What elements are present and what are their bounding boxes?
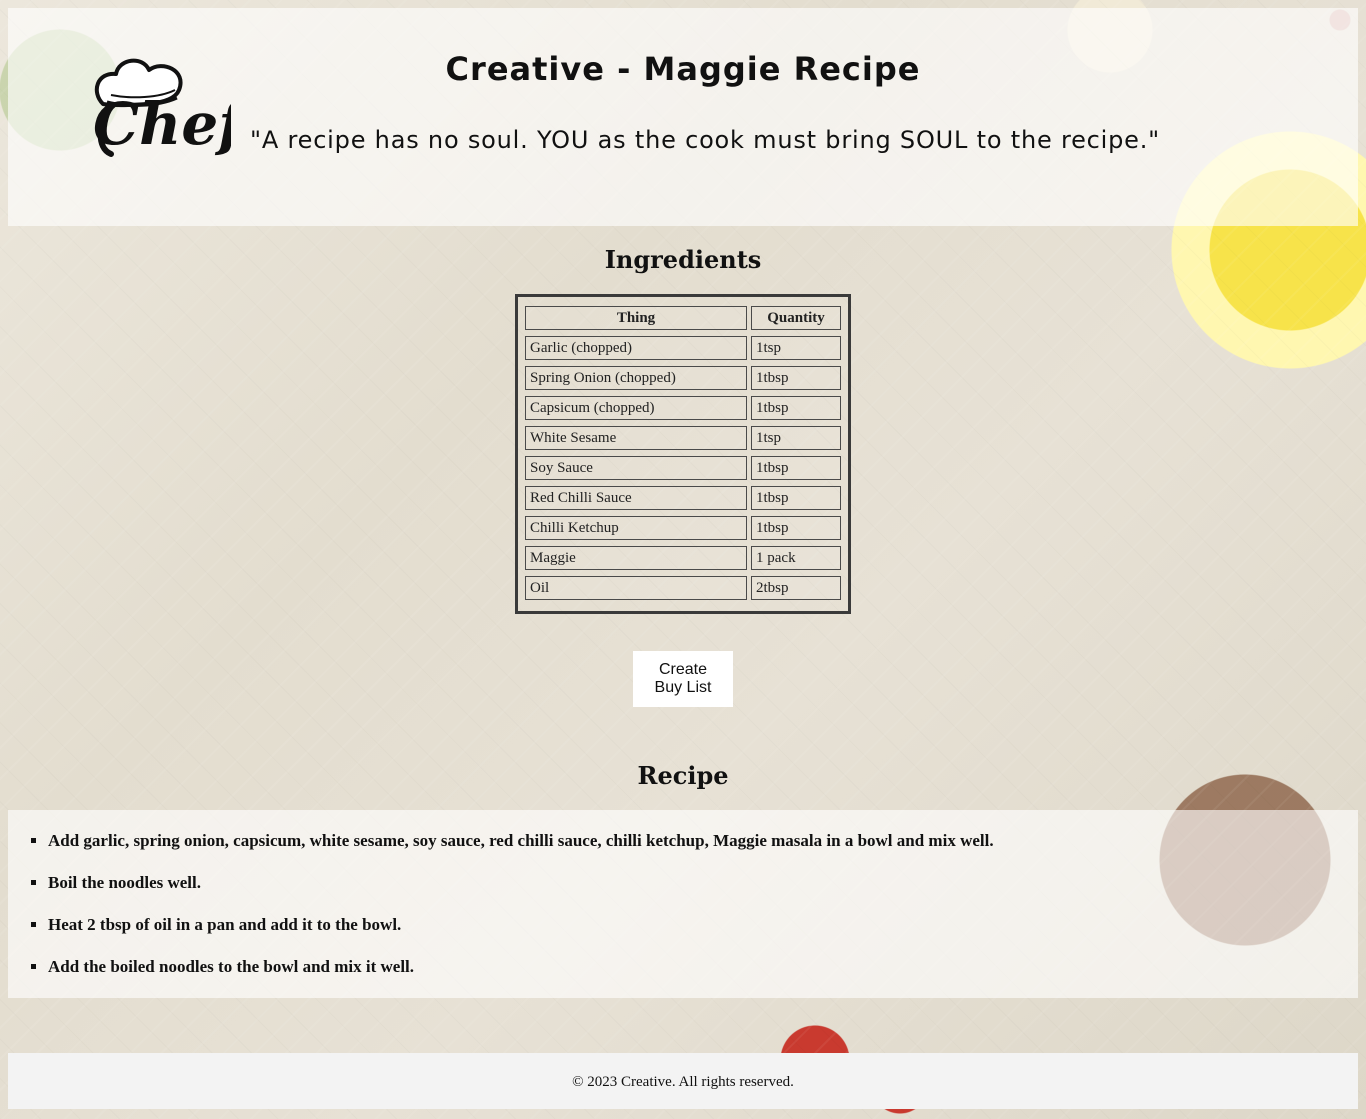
ingredient-quantity: 1tsp bbox=[751, 336, 841, 360]
ingredient-name: Garlic (chopped) bbox=[525, 336, 747, 360]
logo-wordmark: Chef bbox=[93, 90, 231, 158]
ingredients-heading: Ingredients bbox=[604, 245, 762, 274]
ingredient-quantity: 2tbsp bbox=[751, 576, 841, 600]
ingredients-table-header-row: Thing Quantity bbox=[525, 306, 841, 330]
ingredient-name: Capsicum (chopped) bbox=[525, 396, 747, 420]
table-row: Oil 2tbsp bbox=[525, 576, 841, 600]
table-row: Spring Onion (chopped) 1tbsp bbox=[525, 366, 841, 390]
table-row: Chilli Ketchup 1tbsp bbox=[525, 516, 841, 540]
ingredient-name: Oil bbox=[525, 576, 747, 600]
ingredient-name: Maggie bbox=[525, 546, 747, 570]
ingredient-quantity: 1tbsp bbox=[751, 516, 841, 540]
recipe-steps-panel: Add garlic, spring onion, capsicum, whit… bbox=[8, 810, 1358, 998]
ingredient-quantity: 1 pack bbox=[751, 546, 841, 570]
ingredient-name: Chilli Ketchup bbox=[525, 516, 747, 540]
ingredient-quantity: 1tbsp bbox=[751, 456, 841, 480]
column-header-quantity: Quantity bbox=[751, 306, 841, 330]
list-item: Heat 2 tbsp of oil in a pan and add it t… bbox=[48, 914, 1358, 956]
table-row: Red Chilli Sauce 1tbsp bbox=[525, 486, 841, 510]
ingredient-name: White Sesame bbox=[525, 426, 747, 450]
create-buy-list-button[interactable]: Create Buy List bbox=[633, 651, 733, 707]
list-item: Boil the noodles well. bbox=[48, 872, 1358, 914]
table-row: Capsicum (chopped) 1tbsp bbox=[525, 396, 841, 420]
page-title: Creative - Maggie Recipe bbox=[445, 50, 921, 88]
ingredient-quantity: 1tbsp bbox=[751, 486, 841, 510]
ingredient-name: Soy Sauce bbox=[525, 456, 747, 480]
table-row: Garlic (chopped) 1tsp bbox=[525, 336, 841, 360]
ingredient-name: Red Chilli Sauce bbox=[525, 486, 747, 510]
recipe-steps-list: Add garlic, spring onion, capsicum, whit… bbox=[8, 810, 1358, 998]
ingredient-quantity: 1tbsp bbox=[751, 366, 841, 390]
copyright-text: © 2023 Creative. All rights reserved. bbox=[572, 1074, 794, 1090]
ingredients-table-container: Thing Quantity Garlic (chopped) 1tsp Spr… bbox=[515, 294, 851, 614]
column-header-thing: Thing bbox=[525, 306, 747, 330]
page-footer: © 2023 Creative. All rights reserved. bbox=[8, 1053, 1358, 1109]
page-header: Chef Creative - Maggie Recipe "A recipe … bbox=[8, 8, 1358, 226]
table-row: Soy Sauce 1tbsp bbox=[525, 456, 841, 480]
recipe-heading: Recipe bbox=[637, 761, 729, 790]
page-quote: "A recipe has no soul. YOU as the cook m… bbox=[250, 126, 1161, 154]
ingredient-quantity: 1tbsp bbox=[751, 396, 841, 420]
table-row: Maggie 1 pack bbox=[525, 546, 841, 570]
list-item: Add garlic, spring onion, capsicum, whit… bbox=[48, 830, 1358, 872]
ingredient-name: Spring Onion (chopped) bbox=[525, 366, 747, 390]
table-row: White Sesame 1tsp bbox=[525, 426, 841, 450]
ingredient-quantity: 1tsp bbox=[751, 426, 841, 450]
list-item: Add the boiled noodles to the bowl and m… bbox=[48, 956, 1358, 998]
ingredients-table: Thing Quantity Garlic (chopped) 1tsp Spr… bbox=[521, 300, 845, 606]
